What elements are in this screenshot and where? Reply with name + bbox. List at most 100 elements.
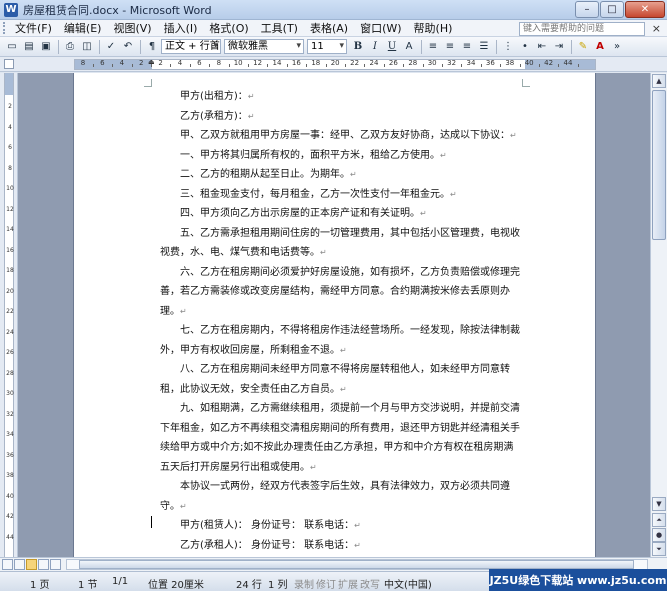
- ruler-number: 8: [216, 59, 222, 67]
- menu-tools[interactable]: 工具(T): [255, 20, 304, 37]
- document-paragraph[interactable]: 乙方(承租人)： 身份证号： 联系电话：↵: [160, 536, 522, 556]
- normal-view-icon[interactable]: [2, 559, 13, 570]
- word-app-icon[interactable]: W: [4, 2, 18, 17]
- status-track-changes[interactable]: 修订: [316, 576, 336, 591]
- paragraph-text: 乙方(承租方)：: [180, 110, 248, 122]
- style-pane-icon[interactable]: ¶: [144, 39, 160, 55]
- new-document-icon[interactable]: ▭: [4, 39, 20, 55]
- document-paragraph[interactable]: 八、乙方在租房期间未经甲方同意不得将房屋转租他人，如未经甲方同意转租，此协议无效…: [160, 360, 522, 399]
- italic-button[interactable]: I: [367, 39, 383, 55]
- horizontal-ruler[interactable]: ⏏ 8 6 4 2 2 4 6 8 10 12 14 16 18 20 22 24 26 28 30 32 34 36 38…: [74, 58, 596, 70]
- underline-button[interactable]: U: [384, 39, 400, 55]
- justify-icon[interactable]: ☰: [476, 39, 492, 55]
- ruler-number: 16: [291, 59, 301, 67]
- vertical-scrollbar[interactable]: ▲ ▼ ⏶ ● ⏷: [650, 73, 667, 557]
- spelling-icon[interactable]: ✓: [103, 39, 119, 55]
- tab-selector[interactable]: [4, 59, 14, 69]
- paragraph-mark-icon: ↵: [354, 521, 361, 530]
- ruler-tick: [403, 64, 405, 67]
- document-paragraph[interactable]: 一、甲方将其归属所有权的，面积平方米，租给乙方使用。↵: [160, 146, 522, 166]
- save-icon[interactable]: ▣: [38, 39, 54, 55]
- document-paragraph[interactable]: 本协议一式两份，经双方代表签字后生效，具有法律效力，双方必须共同遵守。↵: [160, 477, 522, 516]
- menu-edit[interactable]: 编辑(E): [58, 20, 108, 37]
- document-paragraph[interactable]: 乙方(承租方)：↵: [160, 107, 522, 127]
- outline-view-icon[interactable]: [38, 559, 49, 570]
- style-dropdown[interactable]: 正文 + 行首: [161, 39, 221, 54]
- horizontal-scroll-thumb[interactable]: [79, 560, 634, 569]
- ruler-tick: [189, 64, 191, 67]
- menu-insert[interactable]: 插入(I): [158, 20, 204, 37]
- document-paragraph[interactable]: 甲方(出租方)：↵: [160, 87, 522, 107]
- print-icon[interactable]: ⎙: [62, 39, 78, 55]
- document-paragraph[interactable]: 甲、乙双方就租用甲方房屋一事：经甲、乙双方友好协商，达成以下协议：↵: [160, 126, 522, 146]
- vertical-scroll-thumb[interactable]: [652, 90, 666, 240]
- undo-icon[interactable]: ↶: [120, 39, 136, 55]
- menu-view[interactable]: 视图(V): [107, 20, 157, 37]
- menu-help[interactable]: 帮助(H): [408, 20, 459, 37]
- maximize-button[interactable]: □: [600, 1, 624, 18]
- document-paragraph[interactable]: 甲方(租赁人)： 身份证号： 联系电话：↵: [160, 516, 522, 536]
- status-page-of: 1/1: [112, 576, 129, 587]
- font-dropdown[interactable]: 微软雅黑: [224, 39, 304, 54]
- toolbar-options-icon[interactable]: »: [609, 39, 625, 55]
- decrease-indent-icon[interactable]: ⇤: [534, 39, 550, 55]
- document-body[interactable]: 甲方(出租方)：↵ 乙方(承租方)：↵ 甲、乙双方就租用甲方房屋一事：经甲、乙双方友…: [160, 87, 522, 557]
- close-button[interactable]: ✕: [625, 1, 665, 18]
- document-paragraph[interactable]: 三、租金现金支付，每月租金，乙方一次性支付一年租金元。↵: [160, 185, 522, 205]
- scroll-down-icon[interactable]: ▼: [652, 497, 666, 511]
- menu-file[interactable]: 文件(F): [9, 20, 58, 37]
- print-preview-icon[interactable]: ◫: [79, 39, 95, 55]
- menu-bar: 文件(F) 编辑(E) 视图(V) 插入(I) 格式(O) 工具(T) 表格(A…: [0, 20, 667, 37]
- font-color-icon[interactable]: A: [592, 39, 608, 55]
- vertical-ruler-number: 4: [8, 123, 12, 131]
- document-paragraph[interactable]: 五、乙方需承担租用期间住房的一切管理费用，其中包括小区管理费，电视收视费，水、电…: [160, 224, 522, 263]
- menu-table[interactable]: 表格(A): [304, 20, 354, 37]
- font-size-dropdown[interactable]: 11: [307, 39, 347, 54]
- ruler-tick: [558, 64, 560, 67]
- status-record[interactable]: 录制: [294, 576, 314, 591]
- ruler-number: 36: [485, 59, 495, 67]
- paragraph-mark-icon: ↵: [310, 462, 317, 472]
- document-paragraph[interactable]: 四、甲方须向乙方出示房屋的正本房产证和有关证明。↵: [160, 204, 522, 224]
- paragraph-mark-icon: ↵: [354, 540, 361, 550]
- minimize-button[interactable]: –: [575, 1, 599, 18]
- toolbar-divider: [140, 39, 141, 54]
- ruler-number: 6: [100, 59, 105, 67]
- strikethrough-button[interactable]: A: [401, 39, 417, 55]
- menu-window[interactable]: 窗口(W): [354, 20, 407, 37]
- vertical-ruler-scale[interactable]: 2 4 6 8 10 12 14 16 18 20 22 24 26 28 30 32 34 36 38 40 42 44: [4, 73, 14, 557]
- reading-view-icon[interactable]: [50, 559, 61, 570]
- document-page[interactable]: 甲方(出租方)：↵ 乙方(承租方)：↵ 甲、乙双方就租用甲方房屋一事：经甲、乙双方友…: [73, 73, 596, 557]
- help-search-input[interactable]: 键入需要帮助的问题: [519, 22, 645, 36]
- align-right-icon[interactable]: ≡: [459, 39, 475, 55]
- vertical-ruler-number: 30: [6, 390, 14, 397]
- increase-indent-icon[interactable]: ⇥: [551, 39, 567, 55]
- highlight-icon[interactable]: ✎: [575, 39, 591, 55]
- next-page-icon[interactable]: ⏷: [652, 542, 666, 556]
- document-paragraph[interactable]: 九、如租期满，乙方需继续租用，须提前一个月与甲方交涉说明，并提前交清下年租金，如…: [160, 399, 522, 477]
- scroll-up-icon[interactable]: ▲: [652, 74, 666, 88]
- bullets-icon[interactable]: •: [517, 39, 533, 55]
- paragraph-text: 二、乙方的租期从起至日止。为期年。: [180, 169, 350, 180]
- status-overtype[interactable]: 改写: [360, 576, 380, 591]
- view-buttons: [2, 559, 62, 570]
- print-layout-icon[interactable]: [26, 559, 37, 570]
- web-view-icon[interactable]: [14, 559, 25, 570]
- browse-object-icon[interactable]: ●: [652, 528, 666, 542]
- ruler-number: 26: [388, 59, 398, 67]
- document-paragraph[interactable]: 七、乙方在租房期内，不得将租房作违法经营场所。一经发现，除按法律制裁外，甲方有权…: [160, 321, 522, 360]
- document-paragraph[interactable]: 二、乙方的租期从起至日止。为期年。↵: [160, 165, 522, 185]
- document-paragraph[interactable]: 六、乙方在租房期间必须爱护好房屋设施，如有损坏，乙方负责赔偿或修理完善，若乙方需…: [160, 263, 522, 322]
- vertical-ruler-number: 2: [8, 103, 12, 110]
- close-document-icon[interactable]: ×: [652, 22, 661, 35]
- open-folder-icon[interactable]: ▤: [21, 39, 37, 55]
- previous-page-icon[interactable]: ⏶: [652, 513, 666, 527]
- align-center-icon[interactable]: ≡: [442, 39, 458, 55]
- align-left-icon[interactable]: ≡: [425, 39, 441, 55]
- numbering-icon[interactable]: ⋮: [500, 39, 516, 55]
- status-extend[interactable]: 扩展: [338, 576, 358, 591]
- menu-format[interactable]: 格式(O): [203, 20, 254, 37]
- crop-mark: [522, 79, 530, 87]
- indent-marker-icon[interactable]: ⏏: [148, 58, 156, 66]
- bold-button[interactable]: B: [350, 39, 366, 55]
